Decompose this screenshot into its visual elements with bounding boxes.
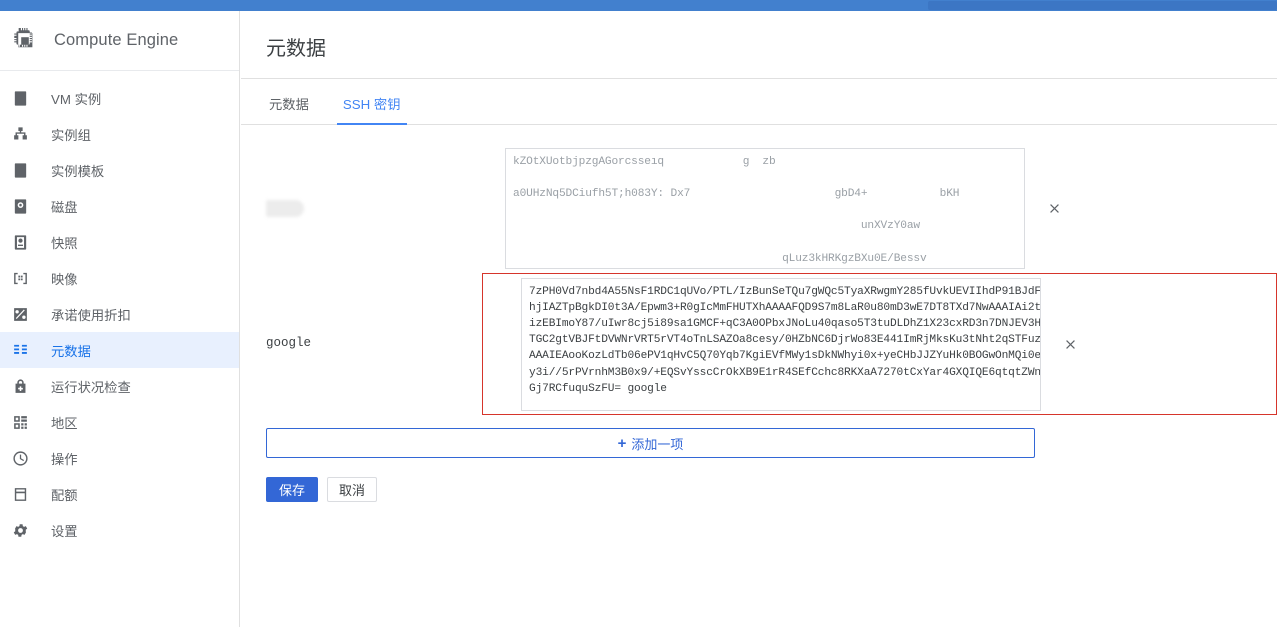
remove-ssh-key-button[interactable] xyxy=(1041,337,1099,352)
sidebar-item-images[interactable]: 映像 xyxy=(0,260,239,296)
percent-discount-icon xyxy=(12,304,38,324)
sidebar-item-label: 磁盘 xyxy=(51,197,78,216)
sidebar-item-regions[interactable]: 地区 xyxy=(0,404,239,440)
sidebar-item-label: VM 实例 xyxy=(51,89,101,108)
sidebar-item-metadata[interactable]: 元数据 xyxy=(0,332,239,368)
sidebar-item-label: 映像 xyxy=(51,269,78,288)
sidebar-item-snapshots[interactable]: 快照 xyxy=(0,224,239,260)
close-icon xyxy=(1063,337,1078,352)
disk-icon xyxy=(12,196,38,216)
regions-grid-icon xyxy=(12,412,38,432)
ssh-key-line: Gj7RCfuquSzFU= google xyxy=(529,383,667,395)
sidebar-item-label: 承诺使用折扣 xyxy=(51,305,131,324)
add-item-button[interactable]: + 添加一项 xyxy=(266,428,1035,458)
sidebar-item-label: 操作 xyxy=(51,449,78,468)
add-item-label: 添加一项 xyxy=(631,434,683,453)
ssh-key-rows: kZOtXUotbjpzgAGorcsseıq g zb a0UHzNq5DCi… xyxy=(241,125,1277,415)
sidebar-item-label: 地区 xyxy=(51,413,78,432)
quotas-icon xyxy=(12,484,38,504)
ssh-key-line: hjIAZTpBgkDI0t3A/Epwm3+R0gIcMmFHUTXhAAAA… xyxy=(529,302,1041,314)
ssh-key-line: izEBImoY87/uIwr8cj5i89sa1GMCF+qC3A0OPbxJ… xyxy=(529,318,1041,330)
metadata-list-icon xyxy=(12,340,38,360)
sidebar-item-health-checks[interactable]: 运行状况检查 xyxy=(0,368,239,404)
image-icon xyxy=(12,268,38,288)
sidebar-item-label: 快照 xyxy=(51,233,78,252)
sidebar-item-settings[interactable]: 设置 xyxy=(0,512,239,548)
snapshot-icon xyxy=(12,232,38,252)
redacted-username xyxy=(266,200,304,217)
vm-instance-icon xyxy=(12,88,38,108)
settings-gear-icon xyxy=(12,520,38,540)
sidebar-item-operations[interactable]: 操作 xyxy=(0,440,239,476)
close-icon xyxy=(1047,201,1062,216)
ssh-key-line: y3i//5rPVrnhM3B0x9/+EQSvYsscCrOkXB9E1rR4… xyxy=(529,367,1041,379)
ssh-key-line: AAAIEAooKozLdTb06ePV1qHvC5Q70Yqb7KgiEVfM… xyxy=(529,350,1041,362)
tab-ssh-keys[interactable]: SSH 密钥 xyxy=(340,94,404,124)
sidebar-item-instance-templates[interactable]: 实例模板 xyxy=(0,152,239,188)
top-app-bar xyxy=(0,0,1277,11)
ssh-key-username xyxy=(266,200,505,217)
instance-group-icon xyxy=(12,124,38,144)
global-search-input[interactable] xyxy=(928,1,1277,10)
sidebar-item-quotas[interactable]: 配额 xyxy=(0,476,239,512)
sidebar-item-disks[interactable]: 磁盘 xyxy=(0,188,239,224)
instance-template-icon xyxy=(12,160,38,180)
sidebar-item-label: 元数据 xyxy=(51,341,91,360)
sidebar-item-label: 配额 xyxy=(51,485,78,504)
ssh-key-username: google xyxy=(266,336,466,350)
ssh-key-line: 7zPH0Vd7nbd4A55NsF1RDC1qUVo/PTL/IzBunSeT… xyxy=(529,286,1041,298)
product-title: Compute Engine xyxy=(54,31,178,50)
sidebar-item-committed-use-discounts[interactable]: 承诺使用折扣 xyxy=(0,296,239,332)
ssh-key-line: TGC2gtVBJFtDVWNrVRT5rVT4oTnLSAZOa8cesy/0… xyxy=(529,334,1041,346)
ssh-key-textarea[interactable]: kZOtXUotbjpzgAGorcsseıq g zb a0UHzNq5DCi… xyxy=(505,148,1025,269)
ssh-key-row-highlighted: google 7zPH0Vd7nbd4A55NsF1RDC1qUVo/PTL/I… xyxy=(482,273,1277,415)
sidebar-item-label: 实例模板 xyxy=(51,161,104,180)
page-title: 元数据 xyxy=(241,11,1277,78)
sidebar: Compute Engine VM 实例 实例组 实例模板 磁盘 xyxy=(0,11,240,627)
sidebar-item-vm-instances[interactable]: VM 实例 xyxy=(0,80,239,116)
main-content: 元数据 元数据 SSH 密钥 kZOtXUotbjpzgAGorcsseıq g… xyxy=(241,11,1277,627)
ssh-key-row: kZOtXUotbjpzgAGorcsseıq g zb a0UHzNq5DCi… xyxy=(241,143,1277,273)
product-header: Compute Engine xyxy=(0,11,239,71)
tab-metadata[interactable]: 元数据 xyxy=(266,94,312,124)
sidebar-item-label: 设置 xyxy=(51,521,78,540)
plus-icon: + xyxy=(618,436,627,451)
remove-ssh-key-button[interactable] xyxy=(1025,201,1083,216)
operations-clock-icon xyxy=(12,448,38,468)
sidebar-item-label: 实例组 xyxy=(51,125,91,144)
health-check-lock-icon xyxy=(12,376,38,396)
sidebar-nav: VM 实例 实例组 实例模板 磁盘 快照 xyxy=(0,71,239,548)
form-actions: 保存 取消 xyxy=(266,477,1277,502)
ssh-key-textarea[interactable]: 7zPH0Vd7nbd4A55NsF1RDC1qUVo/PTL/IzBunSeT… xyxy=(521,278,1041,411)
sidebar-item-label: 运行状况检查 xyxy=(51,377,131,396)
sidebar-item-instance-groups[interactable]: 实例组 xyxy=(0,116,239,152)
save-button[interactable]: 保存 xyxy=(266,477,318,502)
cpu-chip-icon xyxy=(10,26,40,56)
tab-bar: 元数据 SSH 密钥 xyxy=(241,79,1277,125)
cancel-button[interactable]: 取消 xyxy=(327,477,377,502)
